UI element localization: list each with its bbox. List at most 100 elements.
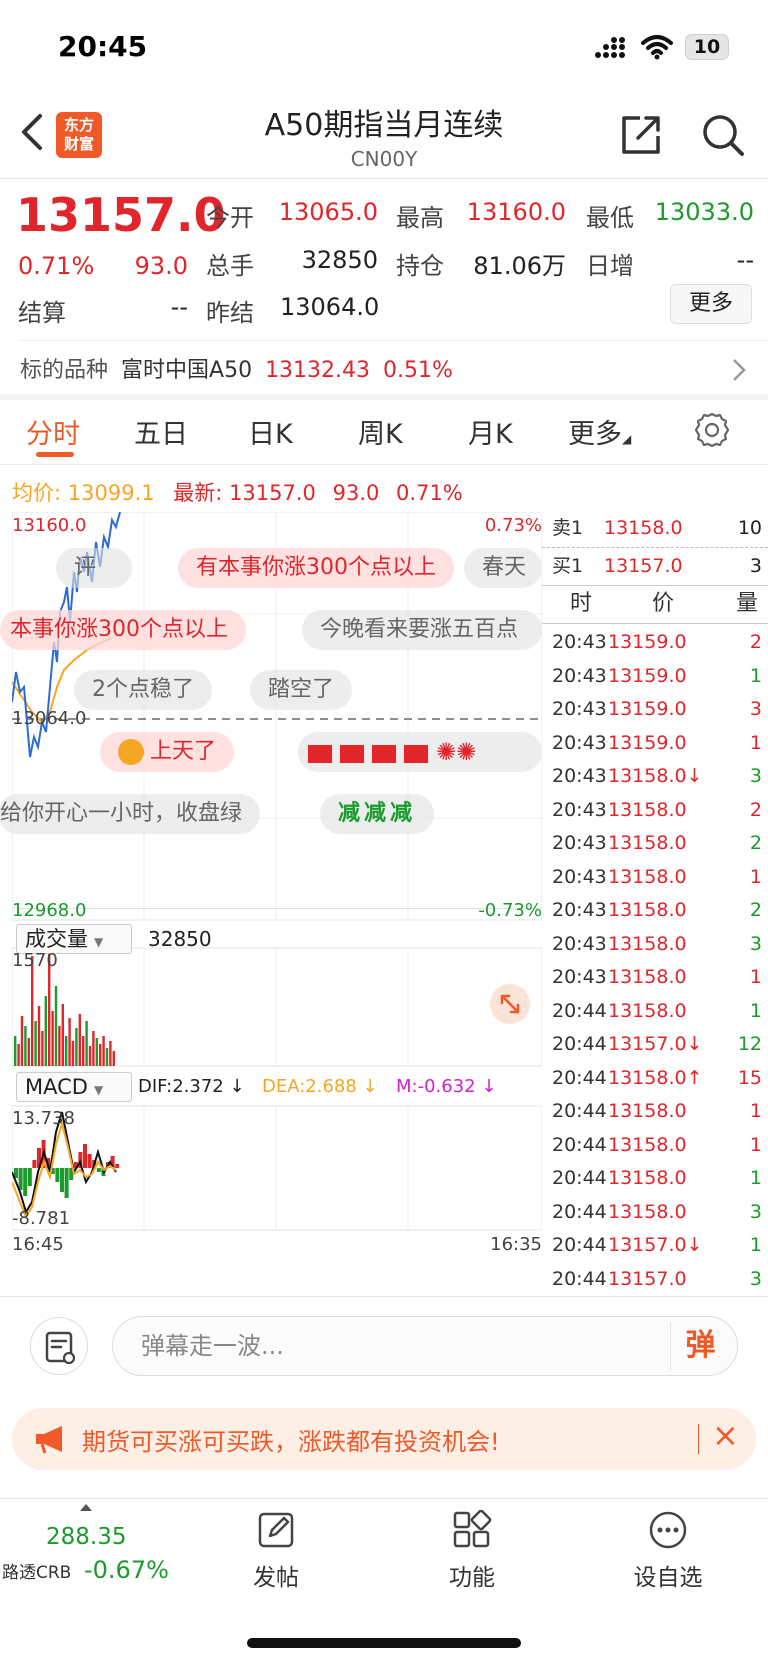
trade-row: 20:44 13158.0 1 — [542, 995, 762, 1028]
trade-price: 13158.0 — [608, 832, 687, 854]
search-icon[interactable] — [700, 112, 746, 158]
volume-bar — [95, 1038, 98, 1066]
intraday-chart[interactable]: 13160.0 0.73% 13064.0 12968.0 -0.73% 评 有… — [0, 512, 542, 1296]
volume-bar — [85, 1021, 88, 1066]
open-interest-label: 持仓 — [396, 252, 444, 280]
volume-bar — [109, 1041, 112, 1066]
daily-increase-value: -- — [736, 246, 754, 274]
trade-time: 20:44 — [552, 1234, 607, 1256]
dea-value: DEA:2.688 ↓ — [262, 1076, 378, 1097]
close-icon[interactable]: × — [712, 1416, 739, 1454]
trade-row: 20:43 13159.0 1 — [542, 660, 762, 693]
danmu-bubble: 2个点稳了 — [74, 670, 212, 710]
divider — [0, 394, 768, 400]
more-quote-button[interactable]: 更多 — [670, 284, 752, 324]
trade-price: 13158.0 — [608, 899, 687, 921]
volume-bar — [88, 1046, 92, 1066]
avg-price: 13099.1 — [67, 481, 155, 505]
caret-down-icon: ▼ — [94, 935, 104, 949]
change-value: 93.0 — [134, 252, 188, 280]
post-button[interactable]: 发帖 — [216, 1558, 336, 1592]
caret-down-icon: ▼ — [93, 1083, 104, 1097]
prev-settle-value: 13064.0 — [280, 293, 380, 321]
time-end-label: 16:35 — [490, 1234, 542, 1255]
trade-row: 20:43 13158.0 2 — [542, 794, 762, 827]
volume-bar — [58, 1026, 61, 1066]
macd-bar — [23, 1168, 28, 1196]
macd-selector[interactable]: MACD ▼ — [16, 1072, 132, 1102]
macd-bar — [83, 1144, 87, 1168]
last-price: 13157.0 — [16, 188, 226, 242]
tab-intraday[interactable]: 分时 — [26, 412, 80, 451]
trade-volume: 1 — [749, 664, 762, 687]
emoji-icon — [118, 739, 144, 765]
flag-icon — [308, 745, 332, 763]
tab-daily-k[interactable]: 日K — [248, 412, 293, 451]
volume-bar — [112, 1051, 115, 1066]
trade-volume: 1 — [749, 731, 762, 754]
trade-price: 13159.0 — [608, 698, 687, 720]
add-watchlist-button[interactable]: 设自选 — [608, 1558, 728, 1592]
y-min-label: 12968.0 — [12, 900, 87, 921]
more-circle-icon[interactable] — [648, 1510, 688, 1550]
volume-bar — [68, 1018, 71, 1066]
trade-volume: 1 — [749, 1167, 762, 1189]
trade-time: 20:44 — [552, 1033, 607, 1055]
trade-volume: 3 — [749, 765, 762, 787]
ticker-index-pct[interactable]: -0.67% — [84, 1556, 169, 1584]
divider — [20, 340, 768, 341]
underlying-price: 13132.43 — [265, 358, 371, 383]
tab-more[interactable]: 更多◢ — [568, 412, 631, 451]
ticker-index-name[interactable]: 路透CRB — [2, 1558, 71, 1583]
volume-bar — [14, 1036, 17, 1066]
gear-icon[interactable] — [692, 410, 732, 450]
underlying-name: 富时中国A50 — [121, 358, 253, 383]
function-grid-icon[interactable] — [452, 1510, 492, 1550]
note-button[interactable] — [30, 1317, 88, 1375]
function-button[interactable]: 功能 — [412, 1558, 532, 1592]
trade-time: 20:44 — [552, 1267, 607, 1290]
battery-icon: 10 — [685, 34, 729, 60]
flag-icon — [340, 745, 364, 763]
banner-text: 期货可买涨可买跌，涨跌都有投资机会! — [82, 1428, 500, 1456]
danmu-bubble: 本事你涨300个点以上 — [0, 610, 246, 650]
volume-bar — [102, 1036, 105, 1066]
promo-banner[interactable]: 期货可买涨可买跌，涨跌都有投资机会! × — [12, 1408, 756, 1470]
trade-volume: 1 — [749, 999, 762, 1022]
volume-panel-frame — [12, 947, 542, 1067]
trade-row: 20:43 13158.0↓ 3 — [542, 760, 762, 793]
trade-time: 20:43 — [552, 832, 607, 854]
trade-time: 20:43 — [552, 631, 607, 653]
danmu-send-button[interactable]: 弹 — [670, 1322, 730, 1370]
screen: 20:45 10 东方 财富 A50期指当月连续 CN00Y 13157.0 0… — [0, 0, 768, 1663]
y-max-label: 13160.0 — [12, 515, 87, 536]
home-indicator — [247, 1638, 521, 1648]
trade-time: 20:44 — [552, 999, 607, 1022]
m-value: M:-0.632 ↓ — [396, 1076, 497, 1097]
ticker-index-value[interactable]: 288.35 — [46, 1524, 126, 1550]
trade-price: 13158.0↓ — [608, 765, 703, 787]
underlying-row[interactable]: 标的品种 富时中国A50 13132.43 0.51% — [20, 352, 459, 384]
expand-icon — [500, 994, 520, 1014]
caret-icon: ◢ — [622, 432, 632, 446]
trade-row: 20:43 13158.0 1 — [542, 961, 762, 994]
fist-icon — [372, 745, 396, 763]
avg-price-row: 均价: 13099.1 最新: 13157.0 93.0 0.71% — [12, 481, 463, 505]
chevron-right-icon[interactable] — [730, 356, 748, 384]
macd-bar — [18, 1168, 23, 1190]
divider — [0, 1498, 768, 1499]
trade-price: 13158.0 — [608, 865, 687, 888]
tab-weekly-k[interactable]: 周K — [358, 412, 403, 451]
tab-five-day[interactable]: 五日 — [134, 412, 188, 451]
tab-monthly-k[interactable]: 月K — [468, 412, 513, 451]
trade-time: 20:43 — [552, 731, 607, 754]
edit-icon[interactable] — [256, 1510, 296, 1550]
share-icon[interactable] — [618, 112, 664, 158]
expand-button[interactable] — [490, 984, 530, 1024]
volume-bar — [82, 1036, 85, 1066]
trade-row: 20:44 13157.0↓ 1 — [542, 1229, 762, 1262]
trade-price: 13158.0 — [608, 1200, 687, 1223]
trade-volume: 3 — [749, 932, 762, 955]
trade-volume: 1 — [749, 1100, 762, 1122]
danmu-input[interactable]: 弹幕走一波... — [112, 1316, 738, 1376]
